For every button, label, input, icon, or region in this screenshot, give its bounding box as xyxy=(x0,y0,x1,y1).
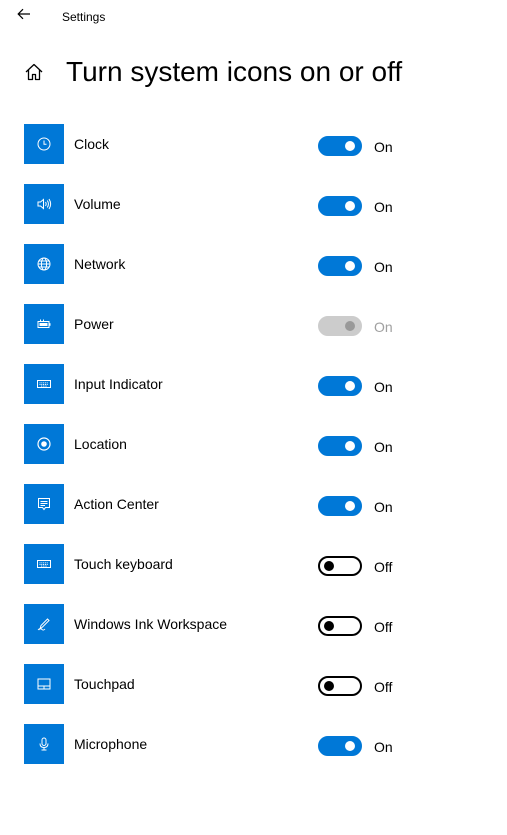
action-center-toggle[interactable] xyxy=(318,496,362,516)
setting-row-network: Network On xyxy=(24,244,484,284)
network-toggle[interactable] xyxy=(318,256,362,276)
setting-label: Action Center xyxy=(74,496,159,512)
page-title: Turn system icons on or off xyxy=(66,56,403,87)
toggle-state-text: On xyxy=(374,319,393,335)
toggle-state-text: Off xyxy=(374,559,393,575)
touchpad-toggle[interactable] xyxy=(318,676,362,696)
toggle-state-text: On xyxy=(374,139,393,155)
input-indicator-toggle[interactable] xyxy=(318,376,362,396)
setting-label: Clock xyxy=(74,136,110,152)
toggle-state-text: Off xyxy=(374,619,393,635)
setting-row-microphone: Microphone On xyxy=(24,724,484,764)
clock-icon xyxy=(24,124,64,164)
setting-label: Windows Ink Workspace xyxy=(74,616,228,632)
microphone-icon xyxy=(24,724,64,764)
toggle-knob xyxy=(345,321,355,331)
setting-row-windows-ink-workspace: Windows Ink Workspace Off xyxy=(24,604,484,644)
toggle-knob xyxy=(345,501,355,511)
power-toggle xyxy=(318,316,362,336)
keyboard-icon xyxy=(24,364,64,404)
setting-row-touchpad: Touchpad Off xyxy=(24,664,484,704)
toggle-state-text: On xyxy=(374,259,393,275)
setting-row-location: Location On xyxy=(24,424,484,464)
setting-label: Network xyxy=(74,256,126,272)
globe-icon xyxy=(24,244,64,284)
home-icon[interactable] xyxy=(22,60,46,84)
toggle-knob xyxy=(345,741,355,751)
setting-label: Volume xyxy=(74,196,121,212)
toggle-knob xyxy=(324,681,334,691)
setting-row-action-center: Action Center On xyxy=(24,484,484,524)
toggle-knob xyxy=(345,261,355,271)
setting-label: Microphone xyxy=(74,736,148,752)
volume-toggle[interactable] xyxy=(318,196,362,216)
toggle-state-text: Off xyxy=(374,679,393,695)
toggle-knob xyxy=(345,441,355,451)
back-arrow-icon xyxy=(17,7,31,25)
location-toggle[interactable] xyxy=(318,436,362,456)
toggle-knob xyxy=(345,201,355,211)
touch-keyboard-icon xyxy=(24,544,64,584)
setting-row-clock: Clock On xyxy=(24,124,484,164)
battery-icon xyxy=(24,304,64,344)
toggle-state-text: On xyxy=(374,499,393,515)
setting-row-power: Power On xyxy=(24,304,484,344)
app-title: Settings xyxy=(62,10,106,24)
microphone-toggle[interactable] xyxy=(318,736,362,756)
toggle-knob xyxy=(324,621,334,631)
setting-row-input-indicator: Input Indicator On xyxy=(24,364,484,404)
touchpad-icon xyxy=(24,664,64,704)
volume-icon xyxy=(24,184,64,224)
toggle-knob xyxy=(345,141,355,151)
toggle-state-text: On xyxy=(374,439,393,455)
action-center-icon xyxy=(24,484,64,524)
toggle-state-text: On xyxy=(374,199,393,215)
title-bar: Settings xyxy=(0,0,507,32)
setting-label: Touchpad xyxy=(74,676,135,692)
toggle-knob xyxy=(324,561,334,571)
setting-row-touch-keyboard: Touch keyboard Off xyxy=(24,544,484,584)
back-button[interactable] xyxy=(10,4,38,28)
system-icons-list: Clock On Volume On Network On Power On Input Ind… xyxy=(24,124,484,784)
pen-icon xyxy=(24,604,64,644)
setting-label: Touch keyboard xyxy=(74,556,173,572)
toggle-state-text: On xyxy=(374,379,393,395)
touch-keyboard-toggle[interactable] xyxy=(318,556,362,576)
toggle-knob xyxy=(345,381,355,391)
toggle-state-text: On xyxy=(374,739,393,755)
location-icon xyxy=(24,424,64,464)
setting-label: Location xyxy=(74,436,127,452)
clock-toggle[interactable] xyxy=(318,136,362,156)
setting-label: Power xyxy=(74,316,114,332)
setting-row-volume: Volume On xyxy=(24,184,484,224)
windows-ink-workspace-toggle[interactable] xyxy=(318,616,362,636)
setting-label: Input Indicator xyxy=(74,376,163,392)
